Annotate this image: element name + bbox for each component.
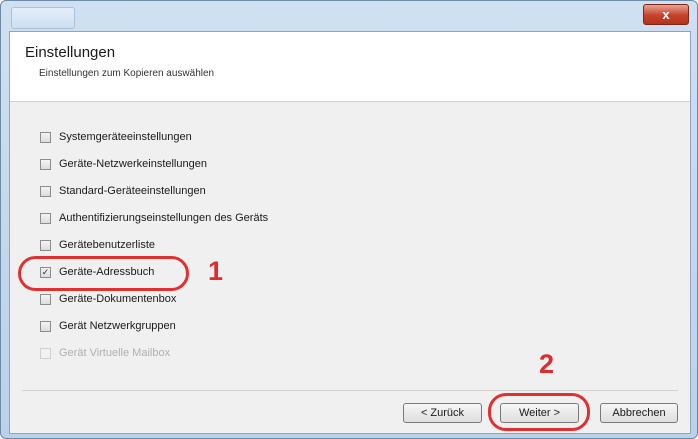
option-system-settings[interactable]: Systemgeräteeinstellungen	[40, 129, 192, 145]
checkbox[interactable]	[40, 185, 51, 197]
option-label: Gerät Virtuelle Mailbox	[59, 347, 171, 359]
option-authentication-settings[interactable]: Authentifizierungseinstellungen des Gerä…	[40, 210, 268, 226]
step-annotation-1: 1	[208, 256, 224, 286]
option-label: Gerätebenutzerliste	[59, 239, 155, 251]
option-user-list[interactable]: Gerätebenutzerliste	[40, 237, 155, 253]
checkbox[interactable]	[40, 212, 51, 224]
step-annotation-2: 2	[539, 349, 555, 379]
highlight-ring-address-book	[18, 256, 189, 291]
cancel-button[interactable]: Abbrechen	[600, 403, 678, 423]
option-label: Standard-Geräteeinstellungen	[59, 185, 206, 197]
title-bar-tab	[11, 7, 75, 29]
page-subtitle: Einstellungen zum Kopieren auswählen	[39, 68, 215, 79]
checkbox[interactable]	[40, 320, 51, 332]
option-default-settings[interactable]: Standard-Geräteeinstellungen	[40, 183, 206, 199]
dialog-client-area: Einstellungen Einstellungen zum Kopieren…	[9, 31, 691, 434]
checkbox[interactable]	[40, 158, 51, 170]
checkbox[interactable]	[40, 239, 51, 251]
dialog-window: x Einstellungen Einstellungen zum Kopier…	[0, 0, 698, 439]
option-virtual-mailbox: Gerät Virtuelle Mailbox	[40, 345, 170, 361]
option-label: Geräte-Netzwerkeinstellungen	[59, 158, 207, 170]
option-label: Systemgeräteeinstellungen	[59, 131, 192, 143]
checkbox-disabled	[40, 347, 51, 359]
highlight-ring-next-button	[488, 393, 590, 431]
option-label: Geräte-Dokumentenbox	[59, 293, 177, 305]
page-title: Einstellungen	[25, 44, 116, 61]
option-document-box[interactable]: Geräte-Dokumentenbox	[40, 291, 176, 307]
option-network-groups[interactable]: Gerät Netzwerkgruppen	[40, 318, 176, 334]
close-button[interactable]: x	[643, 4, 689, 25]
checkbox[interactable]	[40, 131, 51, 143]
back-button[interactable]: < Zurück	[403, 403, 482, 423]
option-network-settings[interactable]: Geräte-Netzwerkeinstellungen	[40, 156, 207, 172]
close-icon: x	[662, 7, 670, 22]
option-label: Gerät Netzwerkgruppen	[59, 320, 176, 332]
wizard-header: Einstellungen Einstellungen zum Kopieren…	[10, 32, 690, 102]
checkbox[interactable]	[40, 293, 51, 305]
footer-divider	[22, 390, 678, 391]
option-label: Authentifizierungseinstellungen des Gerä…	[59, 212, 269, 224]
